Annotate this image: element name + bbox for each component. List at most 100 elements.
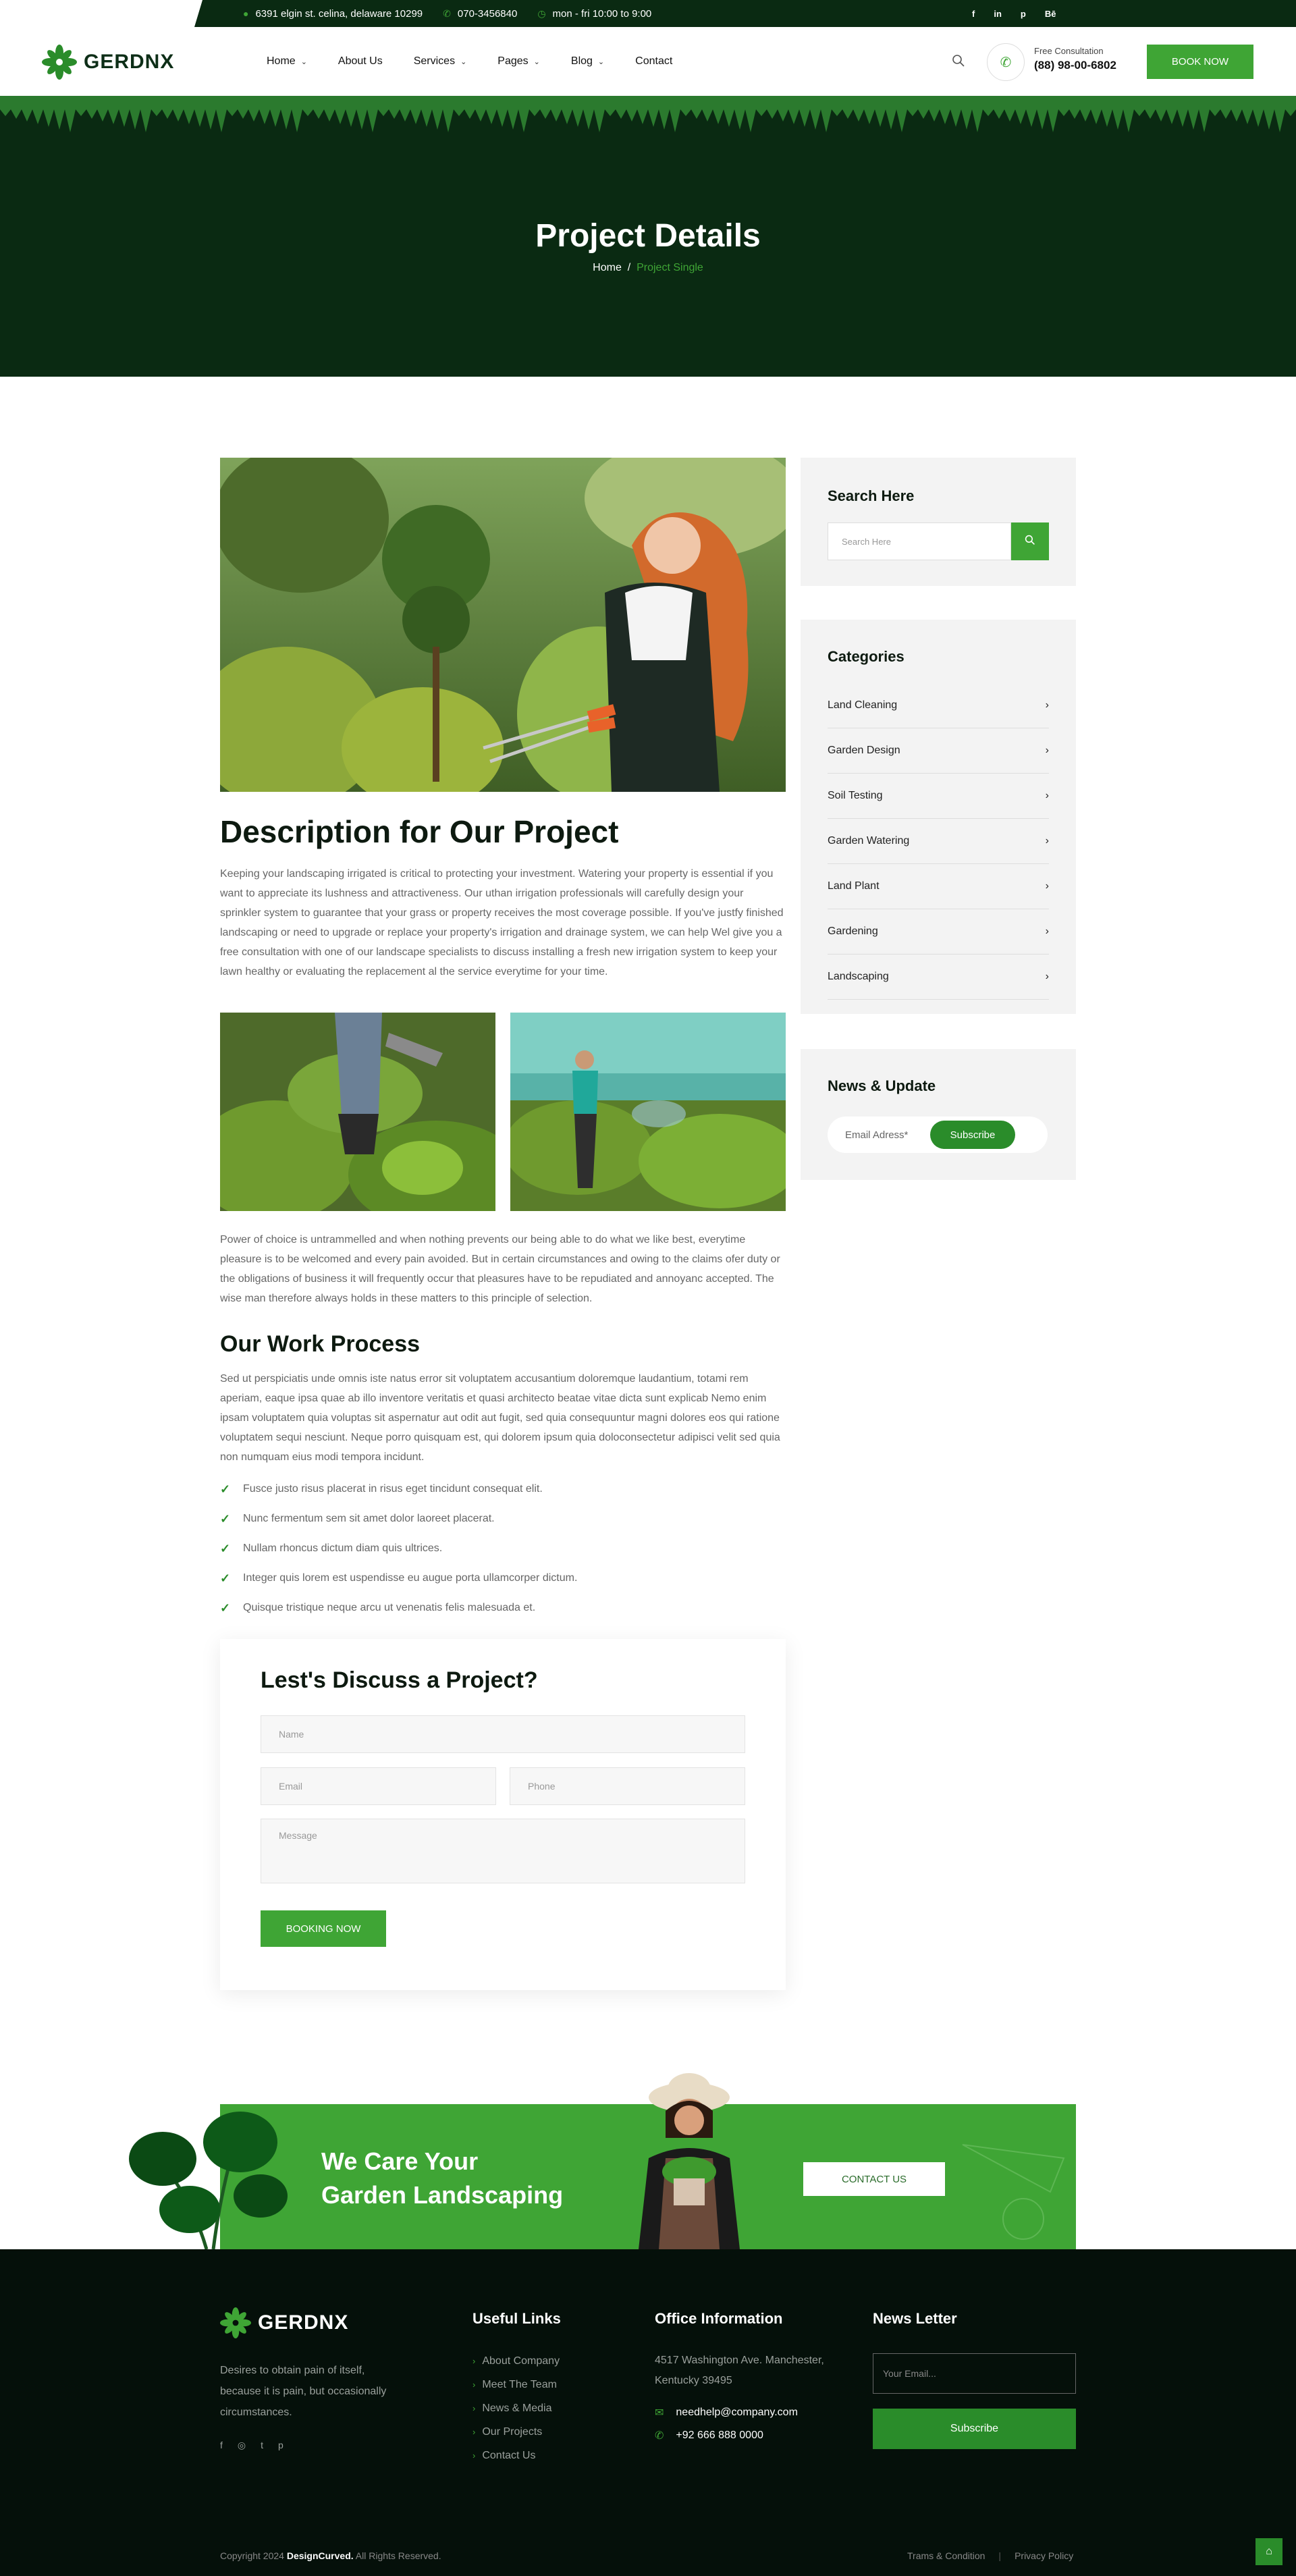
chevron-right-icon: › (1045, 925, 1049, 937)
footer-link[interactable]: › News & Media (473, 2396, 560, 2420)
nav-pages-label: Pages (497, 55, 529, 67)
cta-banner: We Care Your Garden Landscaping CONTACT … (129, 2073, 1076, 2249)
top-phone[interactable]: 070-3456840 (458, 8, 517, 20)
nav-pages[interactable]: Pages ⌄ (497, 55, 540, 68)
category-item[interactable]: Landscaping › (828, 955, 1049, 1000)
pinterest-icon[interactable]: p (278, 2440, 284, 2451)
category-label: Landscaping (828, 971, 889, 982)
top-bar-notch (0, 0, 202, 27)
footer-email-input[interactable]: Your Email... (873, 2353, 1076, 2394)
newsletter-subscribe-button[interactable]: Subscribe (930, 1121, 1015, 1149)
nav-services[interactable]: Services ⌄ (414, 55, 467, 68)
copyright-prefix: Copyright 2024 (220, 2550, 284, 2561)
chevron-right-icon: › (1045, 745, 1049, 756)
footer-link[interactable]: › Contact Us (473, 2444, 560, 2467)
category-item[interactable]: Garden Watering › (828, 819, 1049, 864)
office-address: 4517 Washington Ave. Manchester, Kentuck… (655, 2355, 824, 2386)
twitter-icon[interactable]: t (261, 2440, 263, 2451)
message-field[interactable]: Message (261, 1819, 745, 1883)
phone-field[interactable]: Phone (510, 1767, 745, 1805)
search-widget: Search Here Search Here (801, 458, 1076, 586)
phone-icon: ✆ (443, 7, 451, 19)
chevron-right-icon: › (1045, 880, 1049, 892)
project-image-watering (220, 1013, 495, 1211)
categories-title: Categories (828, 648, 905, 665)
page-hero: Project Details Home / Project Single (0, 96, 1296, 377)
footer-link-label: Meet The Team (482, 2378, 557, 2390)
nav-about[interactable]: About Us (338, 55, 383, 68)
footer-link[interactable]: › About Company (473, 2349, 560, 2373)
project-main-image (220, 458, 786, 792)
name-field[interactable]: Name (261, 1715, 745, 1753)
breadcrumb-current: Project Single (637, 262, 703, 273)
consult-label: Free Consultation (1034, 46, 1104, 56)
list-item: ✓ Fusce justo risus placerat in risus ege… (220, 1474, 577, 1504)
category-item[interactable]: Gardening › (828, 909, 1049, 955)
newsletter-title: News Letter (873, 2310, 957, 2327)
check-icon: ✓ (220, 1541, 231, 1555)
category-item[interactable]: Soil Testing › (828, 774, 1049, 819)
category-label: Garden Design (828, 745, 900, 756)
scroll-to-top-button[interactable]: ⌂ (1256, 2538, 1282, 2565)
check-icon: ✓ (220, 1511, 231, 1526)
work-process-text: Sed ut perspiciatis unde omnis iste natu… (220, 1373, 780, 1463)
behance-icon[interactable]: Bē (1045, 9, 1056, 19)
list-item: ✓ Nunc fermentum sem sit amet dolor laore… (220, 1504, 577, 1534)
nav-home-label: Home (267, 55, 296, 67)
site-footer: GERDNX Desires to obtain pain of itself,… (0, 2249, 1296, 2576)
list-item-text: Integer quis lorem est uspendisse eu aug… (243, 1572, 578, 1584)
check-icon: ✓ (220, 1482, 231, 1496)
category-item[interactable]: Land Plant › (828, 864, 1049, 909)
breadcrumb-home[interactable]: Home (593, 262, 622, 273)
logo-text: GERDNX (84, 51, 175, 73)
book-now-button[interactable]: BOOK NOW (1147, 45, 1253, 79)
search-button[interactable] (1011, 522, 1049, 560)
facebook-icon[interactable]: f (972, 9, 975, 19)
chevron-down-icon: ⌄ (300, 57, 307, 66)
privacy-link[interactable]: Privacy Policy (1015, 2550, 1073, 2561)
footer-subscribe-button[interactable]: Subscribe (873, 2409, 1076, 2449)
site-header: GERDNX Home ⌄ About Us Services ⌄ Pages ⌄ B… (0, 27, 1296, 96)
logo[interactable]: GERDNX (42, 45, 174, 80)
office-phone[interactable]: ✆ +92 666 888 0000 (655, 2429, 763, 2442)
chevron-right-icon: › (473, 2356, 476, 2366)
nav-about-label: About Us (338, 55, 383, 67)
category-item[interactable]: Garden Design › (828, 728, 1049, 774)
office-email[interactable]: ✉ needhelp@company.com (655, 2406, 798, 2419)
linkedin-icon[interactable]: in (994, 9, 1002, 19)
footer-logo[interactable]: GERDNX (220, 2307, 348, 2338)
email-field[interactable]: Email (261, 1767, 496, 1805)
search-input[interactable]: Search Here (828, 522, 1011, 560)
check-icon: ✓ (220, 1601, 231, 1615)
top-bar: ● 6391 elgin st. celina, delaware 10299 ✆… (0, 0, 1296, 27)
chevron-down-icon: ⌄ (460, 57, 467, 66)
category-item[interactable]: Land Cleaning › (828, 683, 1049, 728)
facebook-icon[interactable]: f (220, 2440, 223, 2451)
footer-link[interactable]: › Meet The Team (473, 2373, 560, 2396)
copyright-brand[interactable]: DesignCurved. (287, 2550, 354, 2561)
consult-phone: (88) 98-00-6802 (1034, 59, 1116, 72)
cta-line1: We Care Your (321, 2147, 479, 2175)
category-label: Soil Testing (828, 790, 883, 801)
instagram-icon[interactable]: ◎ (238, 2440, 246, 2451)
search-icon[interactable] (952, 54, 965, 68)
top-hours: mon - fri 10:00 to 9:00 (552, 7, 652, 20)
booking-now-button[interactable]: BOOKING NOW (261, 1910, 386, 1947)
cta-line2: Garden Landscaping (321, 2181, 564, 2209)
phone-circle-icon[interactable]: ✆ (987, 43, 1025, 81)
cta-title: We Care Your Garden Landscaping (321, 2145, 563, 2212)
footer-link[interactable]: › Our Projects (473, 2420, 560, 2444)
terms-link[interactable]: Trams & Condition (907, 2550, 985, 2561)
clock-icon: ◷ (537, 7, 546, 19)
contact-us-button[interactable]: CONTACT US (803, 2162, 945, 2196)
categories-widget: Categories Land Cleaning › Garden Design ›… (801, 620, 1076, 1014)
nav-blog[interactable]: Blog ⌄ (571, 55, 604, 68)
newsletter-widget: News & Update Email Adress* Subscribe (801, 1049, 1076, 1180)
footer-link-label: News & Media (482, 2402, 552, 2414)
nav-home[interactable]: Home ⌄ (267, 55, 307, 68)
footer-description: Desires to obtain pain of itself, becaus… (220, 2365, 387, 2418)
nav-contact[interactable]: Contact (635, 55, 672, 68)
office-info-title: Office Information (655, 2310, 783, 2327)
pinterest-icon[interactable]: p (1021, 9, 1026, 19)
free-consultation[interactable]: Free Consultation (88) 98-00-6802 (1034, 46, 1116, 72)
